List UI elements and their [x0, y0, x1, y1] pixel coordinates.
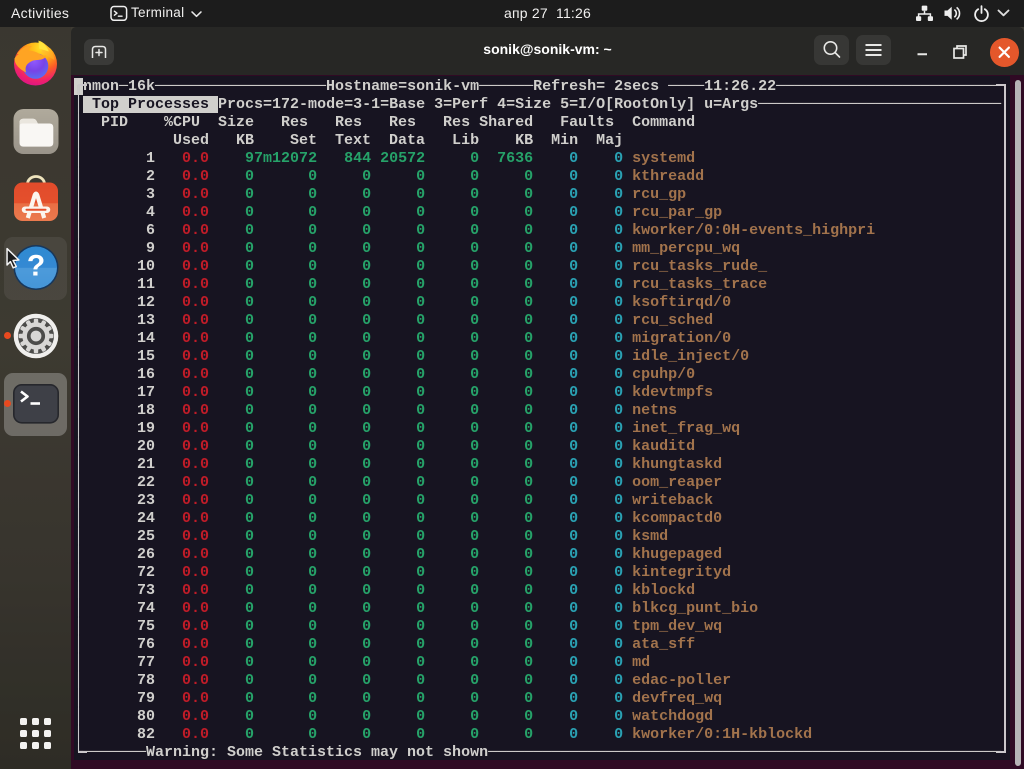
svg-text:?: ?: [27, 250, 45, 283]
